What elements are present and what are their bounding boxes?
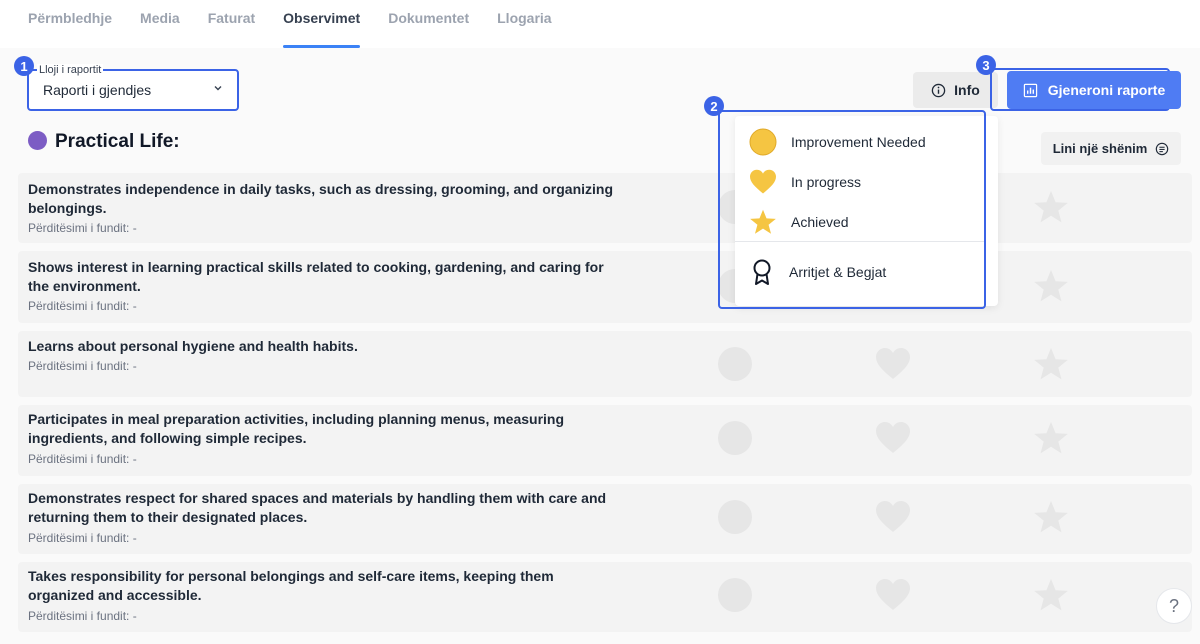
observation-row: Participates in meal preparation activit… [18,405,1192,476]
tab-dokumentet[interactable]: Dokumentet [388,0,469,48]
heart-icon[interactable] [875,421,911,455]
report-type-label: Lloji i raportit [37,64,104,76]
star-icon[interactable] [1033,500,1069,534]
last-updated: Përditësimi i fundit: - [28,359,137,373]
leave-note-button[interactable]: Lini një shënim [1041,132,1181,165]
chevron-down-icon [214,86,222,91]
info-icon [931,83,946,97]
ribbon-icon [753,259,771,285]
star-icon[interactable] [1033,421,1069,455]
yellow-heart-icon [750,169,776,194]
generate-reports-label: Gjeneroni raporte [1047,82,1166,98]
legend-item-achieved: Achieved [749,209,849,235]
report-type-value: Raporti i gjendjes [43,82,152,98]
top-tabs: Përmbledhje Media Faturat Observimet Dok… [0,0,1200,48]
observation-title: Shows interest in learning practical ski… [28,259,604,294]
section-title: Practical Life: [55,131,180,152]
observation-title: Demonstrates independence in daily tasks… [28,181,614,216]
tab-faturat[interactable]: Faturat [208,0,255,48]
legend-popover: Improvement Needed In progress Achieved … [735,116,998,306]
info-button-label: Info [954,82,980,98]
last-updated: Përditësimi i fundit: - [28,452,137,466]
generate-reports-button[interactable]: Gjeneroni raporte [1007,71,1181,109]
improvement-needed-option[interactable] [718,578,752,612]
legend-label: Achieved [791,214,849,230]
legend-item-in-progress: In progress [749,169,861,195]
observation-row: Shows interest in learning practical ski… [18,251,1192,323]
help-button[interactable]: ? [1156,588,1192,624]
observation-title: Learns about personal hygiene and health… [28,338,358,354]
tab-observimet[interactable]: Observimet [283,0,361,48]
improvement-needed-option[interactable] [718,500,752,534]
info-button[interactable]: Info [913,72,998,108]
section-color-dot [28,131,47,150]
star-icon [750,209,776,234]
legend-divider [735,241,986,242]
heart-icon[interactable] [875,347,911,381]
last-updated: Përditësimi i fundit: - [28,531,137,545]
step-badge-3: 3 [976,55,996,75]
last-updated: Përditësimi i fundit: - [28,299,137,313]
last-updated: Përditësimi i fundit: - [28,609,137,623]
leave-note-label: Lini një shënim [1052,141,1148,156]
chart-icon [1023,83,1037,97]
tab-permbledhje[interactable]: Përmbledhje [28,0,112,48]
star-icon[interactable] [1033,578,1069,612]
legend-label: Improvement Needed [791,134,926,150]
heart-icon[interactable] [875,500,911,534]
star-icon[interactable] [1033,269,1069,303]
star-icon[interactable] [1033,347,1069,381]
observation-row: Learns about personal hygiene and health… [18,331,1192,397]
observation-row: Takes responsibility for personal belong… [18,562,1192,632]
legend-label: Arritjet & Begjat [789,264,887,280]
observation-title: Participates in meal preparation activit… [28,411,565,446]
note-icon [1156,142,1169,155]
observation-title: Takes responsibility for personal belong… [28,568,554,603]
legend-label: In progress [791,174,862,190]
step-badge-2: 2 [704,96,724,116]
observation-title: Demonstrates respect for shared spaces a… [28,490,607,525]
step-badge-1: 1 [14,56,34,76]
improvement-needed-option[interactable] [718,347,752,381]
yellow-circle-icon [749,128,777,156]
improvement-needed-option[interactable] [718,421,752,455]
tab-llogaria[interactable]: Llogaria [497,0,551,48]
observation-row: Demonstrates respect for shared spaces a… [18,484,1192,554]
tab-media[interactable]: Media [140,0,180,48]
legend-item-improvement-needed: Improvement Needed [749,128,926,156]
star-icon[interactable] [1033,190,1069,224]
last-updated: Përditësimi i fundit: - [28,221,137,235]
legend-item-achievements: Arritjet & Begjat [749,258,886,286]
heart-icon[interactable] [875,578,911,612]
observation-row: Demonstrates independence in daily tasks… [18,173,1192,243]
